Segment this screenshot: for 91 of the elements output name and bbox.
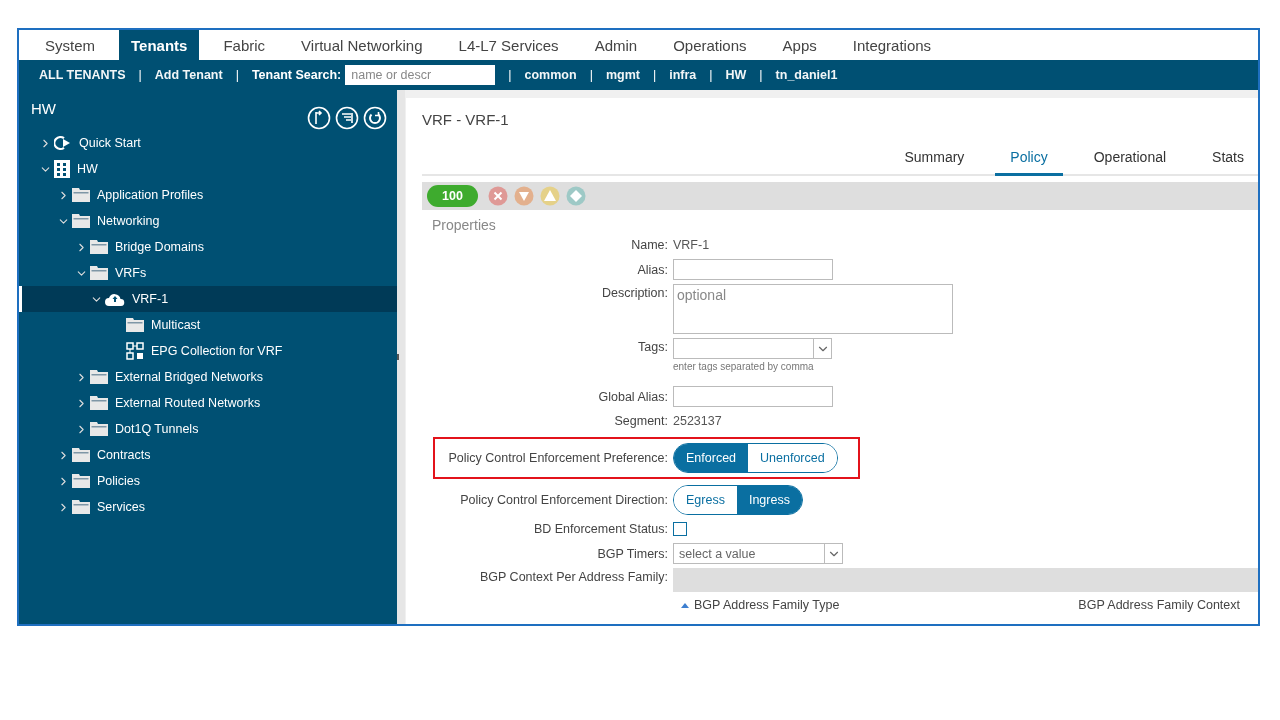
column-header[interactable]: BGP Address Family Context: [1078, 598, 1240, 612]
list-icon[interactable]: [335, 106, 359, 130]
nav-tab[interactable]: Apps: [764, 30, 835, 60]
tree-item[interactable]: Networking: [19, 208, 397, 234]
separator: |: [589, 68, 593, 82]
separator: |: [759, 68, 763, 82]
folder-icon: [90, 422, 108, 436]
tab[interactable]: Policy: [995, 149, 1063, 176]
tree-item[interactable]: Contracts: [19, 442, 397, 468]
separator: |: [709, 68, 713, 82]
separator: |: [652, 68, 657, 82]
nav-tab[interactable]: Admin: [576, 30, 656, 60]
field-label: Global Alias:: [597, 389, 668, 404]
tree-item[interactable]: Dot1Q Tunnels: [19, 416, 397, 442]
text-input[interactable]: [673, 386, 833, 407]
separator: |: [235, 68, 239, 82]
tree-item[interactable]: Policies: [19, 468, 397, 494]
toggle-option[interactable]: Ingress: [736, 486, 802, 514]
tenant-link[interactable]: common: [524, 68, 577, 82]
tenant-link[interactable]: ALL TENANTS: [39, 68, 126, 82]
field-label: Description:: [601, 285, 668, 300]
text-input[interactable]: [673, 259, 833, 280]
description-input[interactable]: optional: [673, 284, 953, 334]
nav-tab[interactable]: L4-L7 Services: [440, 30, 577, 60]
tags-input[interactable]: [673, 338, 832, 359]
folder-icon: [90, 370, 108, 384]
field-hint: enter tags separated by comma: [673, 361, 815, 372]
field-label: Name:: [630, 238, 668, 252]
field-label: BD Enforcement Status:: [532, 522, 668, 536]
tree-item[interactable]: Bridge Domains: [19, 234, 397, 260]
refresh-icon[interactable]: [363, 106, 387, 130]
tree-item[interactable]: Application Profiles: [19, 182, 397, 208]
folder-icon: [90, 266, 108, 280]
field-label: Alias:: [636, 262, 668, 277]
nav-tab[interactable]: Virtual Networking: [283, 30, 441, 60]
column-header[interactable]: BGP Address Family Type: [694, 598, 840, 612]
folder-icon: [72, 188, 90, 202]
tenant-link[interactable]: HW: [725, 68, 747, 82]
quick-start-icon: [54, 135, 72, 151]
tree-item[interactable]: External Bridged Networks: [19, 364, 397, 390]
tree-item[interactable]: Services: [19, 494, 397, 520]
tree-item[interactable]: VRF-1: [19, 286, 397, 312]
nav-tab[interactable]: Fabric: [205, 30, 284, 60]
tree-item[interactable]: Multicast: [19, 312, 397, 338]
field-label: BGP Context Per Address Family:: [478, 569, 668, 584]
cloud-icon: [105, 292, 125, 306]
folder-icon: [72, 448, 90, 462]
tab[interactable]: Summary: [889, 149, 980, 176]
tree-item[interactable]: EPG Collection for VRF: [19, 338, 397, 364]
field-label: BGP Timers:: [596, 546, 668, 561]
select-field[interactable]: select a value: [673, 543, 843, 564]
search-label: Tenant Search:: [251, 68, 342, 82]
field-label: Policy Control Enforcement Direction:: [459, 493, 668, 507]
sidebar-title: HW: [31, 100, 56, 117]
field-label: Policy Control Enforcement Preference:: [447, 451, 668, 465]
nav-tab[interactable]: Operations: [655, 30, 765, 60]
toggle-option[interactable]: Enforced: [674, 444, 749, 472]
epg-icon: [126, 342, 144, 360]
health-score: 100: [427, 185, 478, 207]
tenant-link[interactable]: Add Tenant: [154, 68, 223, 82]
nav-tab[interactable]: Integrations: [834, 30, 950, 60]
folder-icon: [72, 474, 90, 488]
tree-item[interactable]: VRFs: [19, 260, 397, 286]
nav-tab[interactable]: System: [27, 30, 113, 60]
folder-icon: [72, 500, 90, 514]
separator: |: [138, 68, 142, 82]
field-value: 2523137: [673, 414, 722, 428]
section-title: Properties: [432, 217, 497, 233]
collapse-icon[interactable]: [307, 106, 331, 130]
tab[interactable]: Operational: [1078, 149, 1182, 176]
tenant-link[interactable]: tn_daniel1: [775, 68, 838, 82]
sort-ascending-icon[interactable]: [681, 602, 689, 608]
search-field[interactable]: name or descr: [345, 65, 496, 85]
folder-icon: [90, 240, 108, 254]
separator: |: [508, 68, 512, 82]
folder-icon: [72, 214, 90, 228]
tab[interactable]: Stats: [1197, 149, 1258, 176]
nav-tab[interactable]: Tenants: [119, 30, 200, 60]
field-value: VRF-1: [673, 238, 710, 252]
tree-item[interactable]: Quick Start: [19, 130, 397, 156]
tree-item[interactable]: HW: [19, 156, 397, 182]
tree-item[interactable]: External Routed Networks: [19, 390, 397, 416]
checkbox[interactable]: [673, 522, 687, 536]
building-icon: [54, 160, 70, 178]
field-label: Segment:: [613, 414, 668, 428]
folder-icon: [126, 318, 144, 332]
folder-icon: [90, 396, 108, 410]
field-label: Tags:: [637, 339, 668, 354]
tenant-link[interactable]: infra: [669, 68, 697, 82]
tenant-link[interactable]: mgmt: [605, 68, 640, 82]
page-title: VRF - VRF-1: [422, 111, 510, 130]
